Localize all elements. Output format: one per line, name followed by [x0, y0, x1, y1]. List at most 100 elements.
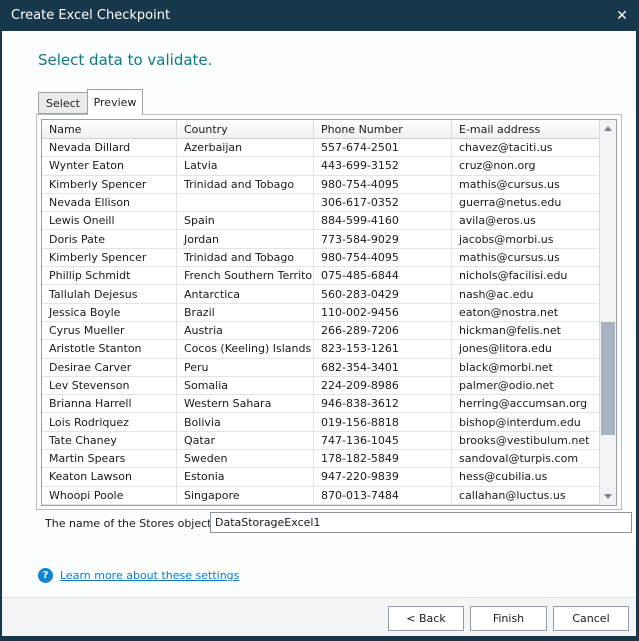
tab-select[interactable]: Select [38, 92, 87, 114]
table-row[interactable]: Aristotle StantonCocos (Keeling) Islands… [42, 340, 599, 358]
table-cell: Western Sahara [177, 395, 314, 412]
table-cell: eaton@nostra.net [452, 304, 599, 321]
table-cell: Tallulah Dejesus [42, 285, 177, 302]
table-row[interactable]: Lois RodriquezBolivia019-156-8818bishop@… [42, 413, 599, 431]
table-cell: 306-617-0352 [314, 194, 452, 211]
cancel-button[interactable]: Cancel [553, 606, 629, 631]
table-cell: Spain [177, 212, 314, 229]
table-row[interactable]: Jessica BoyleBrazil110-002-9456eaton@nos… [42, 304, 599, 322]
scrollbar-thumb[interactable] [601, 322, 615, 435]
table-row[interactable]: Whoopi PooleSingapore870-013-7484callaha… [42, 487, 599, 505]
table-row[interactable]: Phillip SchmidtFrench Southern Territori… [42, 267, 599, 285]
table-cell: palmer@odio.net [452, 377, 599, 394]
table-cell: 019-156-8818 [314, 413, 452, 430]
scroll-down-icon[interactable] [600, 488, 616, 505]
back-button[interactable]: < Back [388, 606, 464, 631]
table-cell: jacobs@morbi.us [452, 230, 599, 247]
table-row[interactable]: Wynter EatonLatvia443-699-3152cruz@non.o… [42, 157, 599, 175]
table-cell: avila@eros.us [452, 212, 599, 229]
table-cell: 747-136-1045 [314, 432, 452, 449]
table-cell: 682-354-3401 [314, 359, 452, 376]
table-cell: sandoval@turpis.com [452, 450, 599, 467]
data-preview-table: NameCountryPhone NumberE-mail address Ne… [41, 119, 617, 506]
help-row: ? Learn more about these settings [38, 568, 239, 583]
table-cell: Cocos (Keeling) Islands [177, 340, 314, 357]
tab-preview[interactable]: Preview [87, 89, 143, 115]
table-cell: 946-838-3612 [314, 395, 452, 412]
button-bar: < Back Finish Cancel [2, 597, 636, 636]
table-row[interactable]: Lev StevensonSomalia224-209-8986palmer@o… [42, 377, 599, 395]
table-cell: 560-283-0429 [314, 285, 452, 302]
table-cell: callahan@luctus.us [452, 487, 599, 504]
finish-button[interactable]: Finish [470, 606, 547, 631]
table-cell: mathis@cursus.us [452, 249, 599, 266]
dialog-body: Select data to validate. Select Preview … [2, 31, 636, 597]
table-cell: Nevada Ellison [42, 194, 177, 211]
table-cell: Cyrus Mueller [42, 322, 177, 339]
table-cell: Wynter Eaton [42, 157, 177, 174]
table-cell: Kimberly Spencer [42, 176, 177, 193]
create-excel-checkpoint-dialog: Create Excel Checkpoint ✕ Select data to… [0, 0, 639, 641]
table-cell: 266-289-7206 [314, 322, 452, 339]
table-cell: Latvia [177, 157, 314, 174]
table-cell: 884-599-4160 [314, 212, 452, 229]
table-cell: guerra@netus.edu [452, 194, 599, 211]
table-row[interactable]: Doris PateJordan773-584-9029jacobs@morbi… [42, 230, 599, 248]
table-cell: Whoopi Poole [42, 487, 177, 504]
table-row[interactable]: Brianna HarrellWestern Sahara946-838-361… [42, 395, 599, 413]
table-row[interactable]: Martin SpearsSweden178-182-5849sandoval@… [42, 450, 599, 468]
table-row[interactable]: Keaton LawsonEstonia947-220-9839hess@cub… [42, 468, 599, 486]
table-cell: 870-013-7484 [314, 487, 452, 504]
table-cell: 110-002-9456 [314, 304, 452, 321]
table-cell: Lewis Oneill [42, 212, 177, 229]
column-header-phone-number[interactable]: Phone Number [314, 120, 452, 138]
table-cell: Desirae Carver [42, 359, 177, 376]
table-header-row: NameCountryPhone NumberE-mail address [42, 120, 599, 139]
column-header-e-mail-address[interactable]: E-mail address [452, 120, 599, 138]
scroll-up-icon[interactable] [600, 120, 616, 137]
table-cell: Jessica Boyle [42, 304, 177, 321]
table-cell: Trinidad and Tobago [177, 249, 314, 266]
table-cell: 980-754-4095 [314, 176, 452, 193]
table-row[interactable]: Nevada Ellison 306-617-0352guerra@netus.e… [42, 194, 599, 212]
table-cell: 823-153-1261 [314, 340, 452, 357]
table-cell: Brazil [177, 304, 314, 321]
learn-more-link[interactable]: Learn more about these settings [60, 569, 239, 582]
table-cell: nichols@facilisi.edu [452, 267, 599, 284]
stores-object-input[interactable] [210, 512, 632, 533]
title-bar: Create Excel Checkpoint ✕ [0, 0, 639, 31]
table-cell: 443-699-3152 [314, 157, 452, 174]
table-cell: herring@accumsan.org [452, 395, 599, 412]
table-cell: black@morbi.net [452, 359, 599, 376]
table-cell: French Southern Territories [177, 267, 314, 284]
table-cell: 075-485-6844 [314, 267, 452, 284]
table-row[interactable]: Lewis OneillSpain884-599-4160avila@eros.… [42, 212, 599, 230]
table-cell: Austria [177, 322, 314, 339]
table-row[interactable]: Desirae CarverPeru682-354-3401black@morb… [42, 359, 599, 377]
table-cell: jones@litora.edu [452, 340, 599, 357]
close-icon[interactable]: ✕ [605, 0, 639, 31]
table-cell: brooks@vestibulum.net [452, 432, 599, 449]
table-cell: nash@ac.edu [452, 285, 599, 302]
table-row[interactable]: Nevada DillardAzerbaijan557-674-2501chav… [42, 139, 599, 157]
table-cell: Singapore [177, 487, 314, 504]
table-cell: Bolivia [177, 413, 314, 430]
table-cell: hess@cubilia.us [452, 468, 599, 485]
table-cell: Qatar [177, 432, 314, 449]
table-row[interactable]: Kimberly SpencerTrinidad and Tobago980-7… [42, 176, 599, 194]
table-cell: mathis@cursus.us [452, 176, 599, 193]
table-cell: 178-182-5849 [314, 450, 452, 467]
table-cell: Martin Spears [42, 450, 177, 467]
table-cell: Lois Rodriquez [42, 413, 177, 430]
table-row[interactable]: Kimberly SpencerTrinidad and Tobago980-7… [42, 249, 599, 267]
column-header-name[interactable]: Name [42, 120, 177, 138]
table-cell [177, 194, 314, 211]
table-row[interactable]: Cyrus MuellerAustria266-289-7206hickman@… [42, 322, 599, 340]
column-header-country[interactable]: Country [177, 120, 314, 138]
vertical-scrollbar[interactable] [599, 120, 616, 505]
table-cell: 947-220-9839 [314, 468, 452, 485]
table-row[interactable]: Tallulah DejesusAntarctica560-283-0429na… [42, 285, 599, 303]
preview-tab-page: NameCountryPhone NumberE-mail address Ne… [36, 114, 622, 510]
table-row[interactable]: Tate ChaneyQatar747-136-1045brooks@vesti… [42, 432, 599, 450]
table-cell: Kimberly Spencer [42, 249, 177, 266]
